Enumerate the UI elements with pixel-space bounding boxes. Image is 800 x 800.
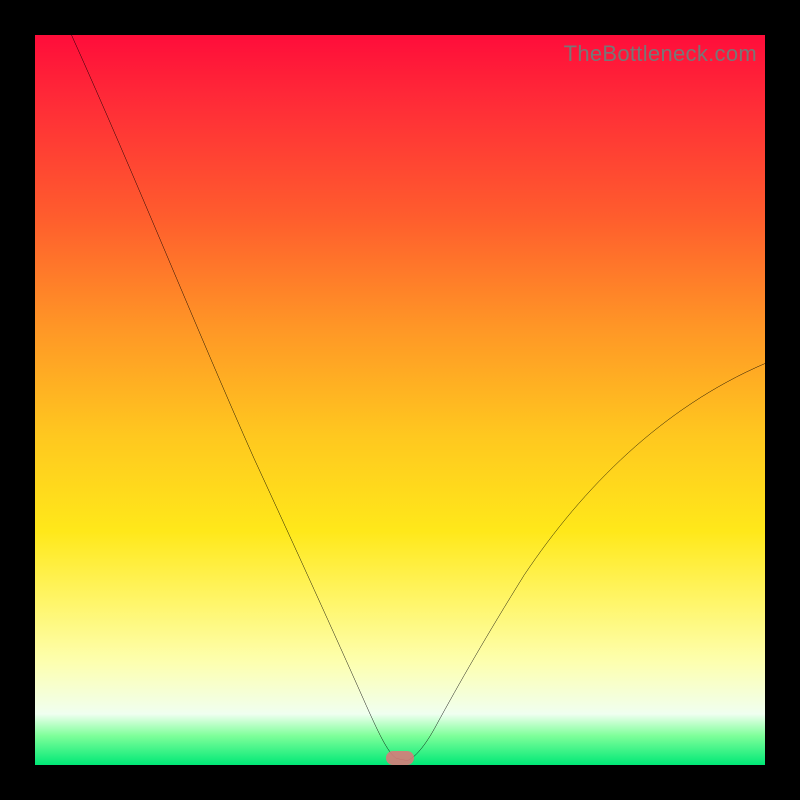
plot-area: TheBottleneck.com — [35, 35, 765, 765]
watermark-text: TheBottleneck.com — [564, 41, 757, 67]
chart-frame: TheBottleneck.com — [0, 0, 800, 800]
curve-path — [72, 35, 766, 761]
min-marker — [386, 751, 414, 765]
bottleneck-curve — [35, 35, 765, 765]
